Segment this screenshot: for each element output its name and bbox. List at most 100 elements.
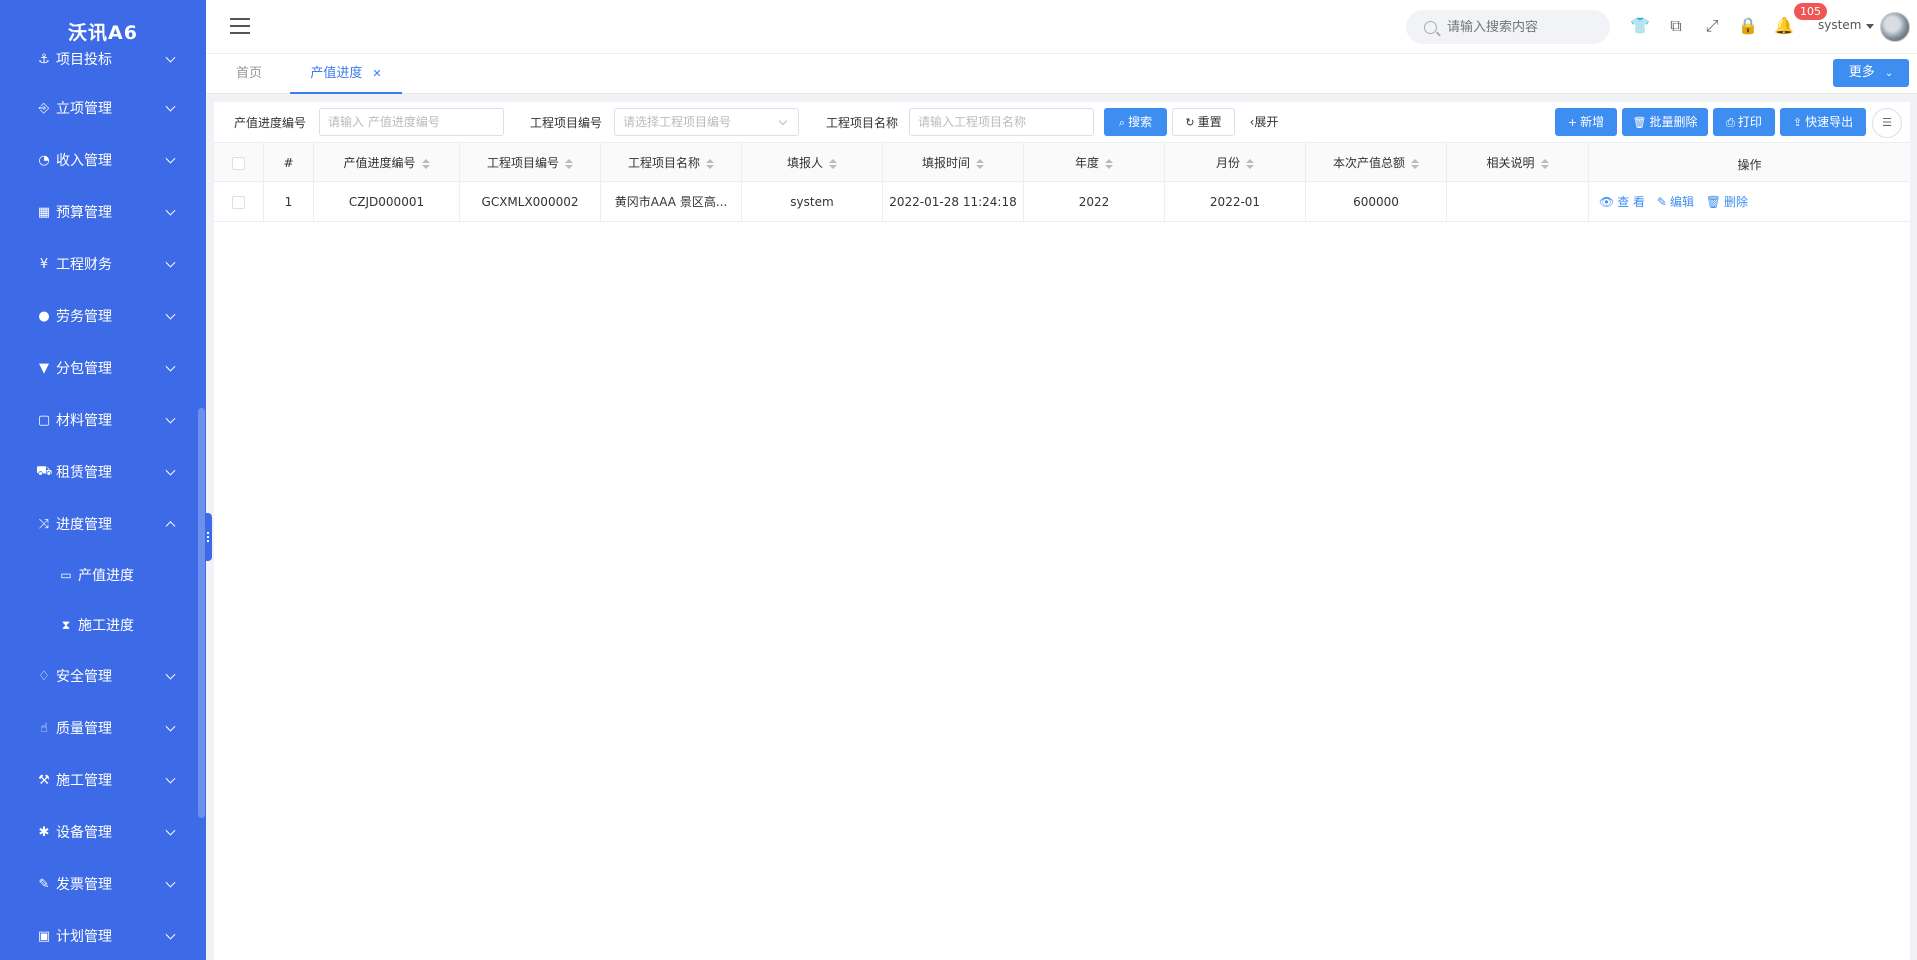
sort-icon[interactable] — [1411, 158, 1419, 169]
sidebar-subitem-output-progress[interactable]: ▭ 产值进度 — [0, 550, 206, 600]
sidebar-item-finance[interactable]: ¥ 工程财务 — [0, 238, 206, 290]
close-icon[interactable]: ✕ — [372, 67, 381, 80]
reset-button[interactable]: ↻ 重置 — [1172, 108, 1235, 136]
user-icon: ● — [38, 308, 50, 324]
skin-icon[interactable]: 👕 — [1630, 16, 1650, 36]
filter-input-code[interactable]: 请输入 产值进度编号 — [319, 108, 504, 136]
menu-toggle-icon[interactable] — [230, 18, 250, 34]
sidebar-item-label: 安全管理 — [56, 669, 112, 685]
sidebar-item-construction[interactable]: ⚒ 施工管理 — [0, 754, 206, 806]
sidebar-item-label: 收入管理 — [56, 153, 112, 169]
sort-icon[interactable] — [706, 158, 714, 169]
refresh-icon: ↻ — [1185, 116, 1195, 129]
col-code[interactable]: 产值进度编号 — [314, 143, 460, 183]
add-button[interactable]: + 新增 — [1555, 108, 1617, 136]
search-label: 搜索 — [1128, 115, 1153, 129]
sort-icon[interactable] — [1540, 158, 1549, 169]
lock-icon[interactable]: 🔒 — [1738, 16, 1758, 36]
cell-index: 1 — [264, 182, 314, 222]
select-all-cell[interactable] — [214, 143, 264, 183]
sidebar-item-label: 项目投标 — [56, 52, 112, 68]
edit-link[interactable]: ✎ 编辑 — [1657, 195, 1694, 209]
sidebar-item-label: 计划管理 — [56, 929, 112, 945]
row-checkbox[interactable] — [232, 196, 245, 209]
bell-icon[interactable]: 🔔 — [1774, 16, 1794, 36]
sidebar-item-lease[interactable]: ⛟ 租赁管理 — [0, 446, 206, 498]
search-icon: ⌕ — [1118, 116, 1126, 129]
select-all-checkbox[interactable] — [232, 157, 245, 170]
sort-icon[interactable] — [565, 158, 573, 169]
caret-down-icon[interactable] — [1866, 24, 1874, 29]
pencil-icon: ✎ — [1656, 195, 1667, 209]
table-header: # 产值进度编号 工程项目编号 工程项目名称 填报人 填报时间 年度 月份 本次… — [214, 142, 1910, 183]
col-year[interactable]: 年度 — [1024, 143, 1165, 183]
tab-output-progress[interactable]: 产值进度 ✕ — [290, 54, 402, 94]
sort-icon[interactable] — [1246, 158, 1254, 169]
search-input[interactable] — [1447, 19, 1597, 35]
sort-icon[interactable] — [421, 158, 430, 169]
batch-delete-label: 批量删除 — [1649, 115, 1698, 129]
delete-link[interactable]: 🗑 删除 — [1706, 195, 1748, 209]
search-button[interactable]: ⌕ 搜索 — [1104, 108, 1167, 136]
cell-code: CZJD000001 — [314, 182, 460, 222]
batch-delete-button[interactable]: 🗑 批量删除 — [1622, 108, 1708, 136]
battery-icon: ▭ — [60, 568, 72, 582]
sidebar-item-quality[interactable]: ☝ 质量管理 — [0, 702, 206, 754]
more-button[interactable]: 更多 ⌄ — [1833, 59, 1909, 87]
chevron-down-icon: ⌄ — [1884, 68, 1894, 79]
filter-select-project-code[interactable]: 请选择工程项目编号 — [614, 108, 799, 136]
fullscreen-icon[interactable]: ⤢ — [1702, 16, 1722, 36]
col-report-time[interactable]: 填报时间 — [883, 143, 1024, 183]
shuffle-icon: ⤨ — [38, 516, 50, 532]
sidebar-item-material[interactable]: ▢ 材料管理 — [0, 394, 206, 446]
col-month[interactable]: 月份 — [1165, 143, 1306, 183]
tab-home[interactable]: 首页 — [236, 54, 262, 94]
sidebar-item-safety[interactable]: ♢ 安全管理 — [0, 650, 206, 702]
sidebar-item-progress[interactable]: ⤨ 进度管理 — [0, 498, 206, 550]
sidebar-subitem-label: 施工进度 — [78, 618, 134, 634]
col-note[interactable]: 相关说明 — [1447, 143, 1589, 183]
col-project-name[interactable]: 工程项目名称 — [601, 143, 742, 183]
print-button[interactable]: ⎙ 打印 — [1713, 108, 1775, 136]
sidebar-item-income[interactable]: ◔ 收入管理 — [0, 134, 206, 186]
sort-icon[interactable] — [1105, 158, 1113, 169]
user-name[interactable]: system — [1818, 18, 1861, 32]
edit-label: 编辑 — [1669, 195, 1694, 209]
col-label: 年度 — [1074, 156, 1099, 170]
global-search[interactable] — [1406, 10, 1610, 44]
filter-input-project-name[interactable]: 请输入工程项目名称 — [909, 108, 1094, 136]
sidebar-item-project-setup[interactable]: ⎆ 立项管理 — [0, 82, 206, 134]
sidebar-item-bidding[interactable]: ⚓ 项目投标 — [0, 36, 206, 82]
expand-label: 展开 — [1254, 115, 1279, 129]
col-reporter[interactable]: 填报人 — [742, 143, 883, 183]
col-label: 工程项目名称 — [627, 156, 700, 170]
sidebar-item-budget[interactable]: ▦ 预算管理 — [0, 186, 206, 238]
select-placeholder: 请选择工程项目编号 — [623, 115, 732, 129]
cell-project-name: 黄冈市AAA 景区高... — [601, 182, 742, 222]
col-label: 相关说明 — [1486, 156, 1535, 170]
sidebar-item-plan[interactable]: ▣ 计划管理 — [0, 910, 206, 960]
top-header: 👕 ⧉ ⤢ 🔒 🔔 105 system — [206, 0, 1917, 54]
expand-button[interactable]: ‹展开 — [1244, 108, 1284, 136]
sidebar-item-subcontract[interactable]: ▼ 分包管理 — [0, 342, 206, 394]
sidebar-subitem-construction-progress[interactable]: ⧗ 施工进度 — [0, 600, 206, 650]
sidebar-item-labor[interactable]: ● 劳务管理 — [0, 290, 206, 342]
sidebar-item-equipment[interactable]: ✱ 设备管理 — [0, 806, 206, 858]
col-project-code[interactable]: 工程项目编号 — [460, 143, 601, 183]
translate-icon[interactable]: ⧉ — [1666, 16, 1686, 36]
share-icon: ⎆ — [38, 100, 50, 116]
avatar[interactable] — [1880, 12, 1910, 42]
export-button[interactable]: ⇪ 快速导出 — [1780, 108, 1866, 136]
sidebar-item-invoice[interactable]: ✎ 发票管理 — [0, 858, 206, 910]
column-settings-icon[interactable]: ☰ — [1872, 108, 1902, 138]
row-select-cell[interactable] — [214, 182, 264, 222]
view-link[interactable]: 👁 查 看 — [1599, 195, 1645, 209]
sort-icon[interactable] — [829, 158, 837, 169]
sidebar-scrollbar[interactable] — [198, 408, 205, 818]
sort-icon[interactable] — [976, 158, 984, 169]
cell-amount: 600000 — [1306, 182, 1447, 222]
sidebar-collapse-handle[interactable] — [206, 513, 212, 561]
col-amount[interactable]: 本次产值总额 — [1306, 143, 1447, 183]
sidebar-item-label: 发票管理 — [56, 877, 112, 893]
filter-bar: 产值进度编号 请输入 产值进度编号 工程项目编号 请选择工程项目编号 工程项目名… — [214, 102, 1910, 142]
